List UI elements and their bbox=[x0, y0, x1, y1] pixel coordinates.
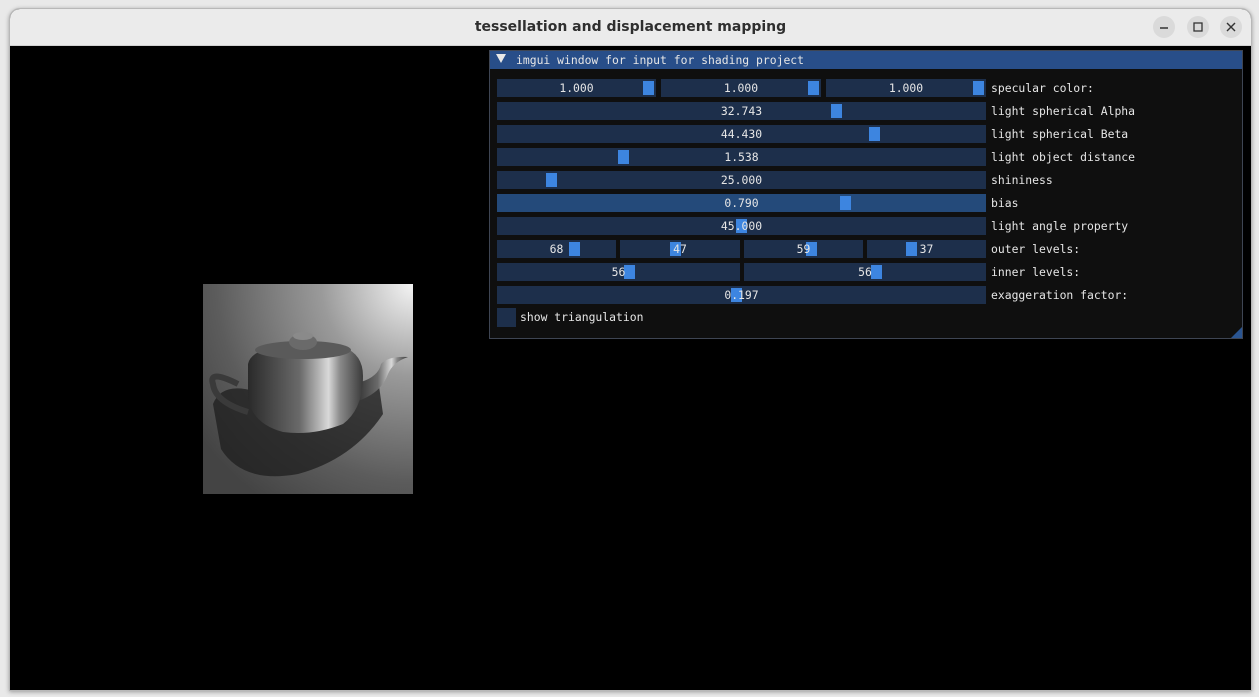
slider-value: 56 bbox=[858, 265, 872, 279]
show-triangulation-label[interactable]: show triangulation bbox=[520, 308, 643, 327]
shininess-label: shininess bbox=[991, 173, 1053, 187]
show-triangulation-checkbox[interactable] bbox=[497, 308, 516, 327]
maximize-button[interactable] bbox=[1187, 16, 1209, 38]
slider-value: 0.197 bbox=[724, 288, 759, 302]
outer-level-3-slider[interactable]: 59 bbox=[744, 240, 863, 258]
outer-levels-label: outer levels: bbox=[991, 242, 1081, 256]
specular-g-slider[interactable]: 1.000 bbox=[661, 79, 821, 97]
close-button[interactable] bbox=[1220, 16, 1242, 38]
outer-level-2-slider[interactable]: 47 bbox=[620, 240, 740, 258]
exaggeration-label: exaggeration factor: bbox=[991, 288, 1129, 302]
light-alpha-slider[interactable]: 32.743 bbox=[497, 102, 986, 120]
slider-value: 32.743 bbox=[720, 104, 763, 118]
light-beta-label: light spherical Beta bbox=[991, 127, 1129, 141]
shininess-slider[interactable]: 25.000 bbox=[497, 171, 986, 189]
teapot-render bbox=[203, 284, 413, 494]
slider-value: 68 bbox=[549, 242, 564, 256]
panel-header[interactable]: imgui window for input for shading proje… bbox=[490, 51, 1242, 69]
slider-value: 1.000 bbox=[723, 81, 759, 95]
light-distance-slider[interactable]: 1.538 bbox=[497, 148, 986, 166]
slider-value: 1.000 bbox=[888, 81, 924, 95]
specular-r-slider[interactable]: 1.000 bbox=[497, 79, 656, 97]
maximize-icon bbox=[1193, 22, 1203, 32]
outer-level-1-slider[interactable]: 68 bbox=[497, 240, 616, 258]
slider-value: 25.000 bbox=[720, 173, 763, 187]
minimize-button[interactable] bbox=[1153, 16, 1175, 38]
teapot-image bbox=[203, 284, 413, 494]
light-beta-slider[interactable]: 44.430 bbox=[497, 125, 986, 143]
slider-value: 1.538 bbox=[724, 150, 759, 164]
app-window: tessellation and displacement mapping im… bbox=[9, 8, 1252, 691]
slider-value: 1.000 bbox=[559, 81, 594, 95]
close-icon bbox=[1226, 22, 1236, 32]
light-distance-label: light object distance bbox=[991, 150, 1136, 164]
inner-level-2-slider[interactable]: 56 bbox=[744, 263, 986, 281]
specular-color-label: specular color: bbox=[991, 81, 1094, 95]
slider-value: 37 bbox=[919, 242, 934, 256]
outer-level-4-slider[interactable]: 37 bbox=[867, 240, 986, 258]
inner-levels-label: inner levels: bbox=[991, 265, 1081, 279]
light-alpha-label: light spherical Alpha bbox=[991, 104, 1136, 118]
slider-value: 59 bbox=[796, 242, 811, 256]
panel-title: imgui window for input for shading proje… bbox=[516, 53, 805, 67]
bias-slider[interactable]: 0.790 bbox=[497, 194, 986, 212]
slider-value: 44.430 bbox=[720, 127, 763, 141]
light-angle-slider[interactable]: 45.000 bbox=[497, 217, 986, 235]
resize-grip-icon[interactable] bbox=[1231, 327, 1242, 338]
inner-level-1-slider[interactable]: 56 bbox=[497, 263, 740, 281]
slider-value: 0.790 bbox=[724, 196, 759, 210]
specular-b-slider[interactable]: 1.000 bbox=[826, 79, 986, 97]
slider-value: 47 bbox=[673, 242, 687, 256]
slider-value: 45.000 bbox=[720, 219, 763, 233]
title-bar[interactable]: tessellation and displacement mapping bbox=[10, 9, 1251, 46]
show-triangulation-row: show triangulation bbox=[497, 308, 797, 327]
window-title: tessellation and displacement mapping bbox=[474, 19, 787, 35]
collapse-arrow-icon[interactable] bbox=[496, 54, 506, 63]
bias-label: bias bbox=[991, 196, 1019, 210]
imgui-panel[interactable]: imgui window for input for shading proje… bbox=[489, 50, 1243, 339]
exaggeration-slider[interactable]: 0.197 bbox=[497, 286, 986, 304]
slider-value: 56 bbox=[611, 265, 626, 279]
light-angle-label: light angle property bbox=[991, 219, 1129, 233]
minimize-icon bbox=[1160, 27, 1168, 29]
